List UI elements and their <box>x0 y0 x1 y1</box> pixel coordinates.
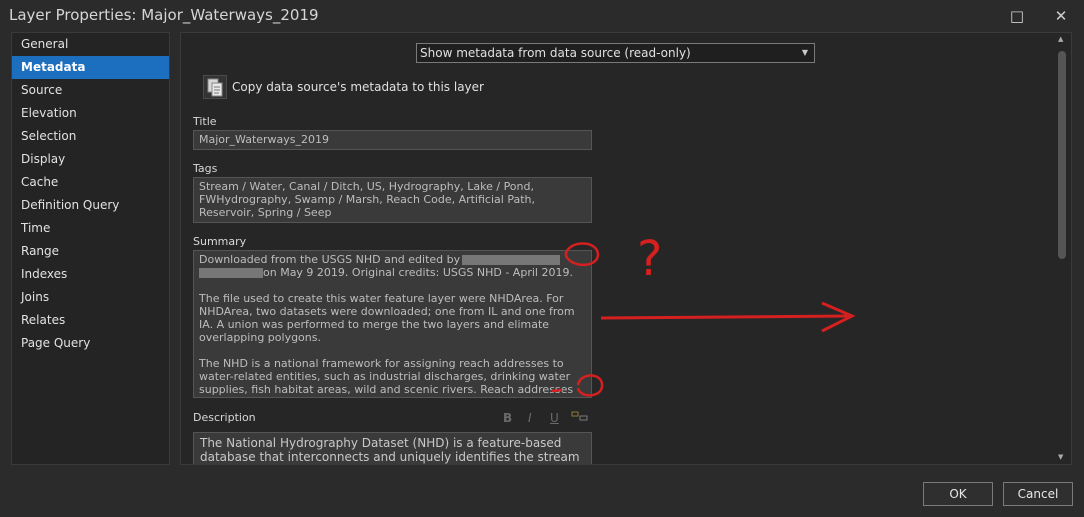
sidebar-item-cache[interactable]: Cache <box>12 171 169 194</box>
sidebar-item-selection[interactable]: Selection <box>12 125 169 148</box>
bold-button[interactable]: B <box>503 411 512 425</box>
sidebar-item-joins[interactable]: Joins <box>12 286 169 309</box>
metadata-source-select[interactable]: Show metadata from data source (read-onl… <box>416 43 815 63</box>
title-bar: Layer Properties: Major_Waterways_2019 □… <box>0 0 1084 32</box>
sidebar-item-indexes[interactable]: Indexes <box>12 263 169 286</box>
title-field[interactable]: Major_Waterways_2019 <box>193 130 592 150</box>
sidebar-item-display[interactable]: Display <box>12 148 169 171</box>
redacted-name <box>462 255 561 265</box>
underline-button[interactable]: U <box>550 411 559 425</box>
copy-metadata-button[interactable] <box>203 75 227 99</box>
panel-scrollbar[interactable]: ▲ ▼ <box>1055 35 1069 463</box>
copy-metadata-label: Copy data source's metadata to this laye… <box>232 80 484 94</box>
summary-text-body: The file used to create this water featu… <box>199 292 575 396</box>
redacted-name-2 <box>199 268 263 278</box>
summary-field[interactable]: Downloaded from the USGS NHD and edited … <box>193 250 592 398</box>
title-label: Title <box>193 115 217 128</box>
cancel-button[interactable]: Cancel <box>1003 482 1073 506</box>
sidebar-item-source[interactable]: Source <box>12 79 169 102</box>
maximize-icon: □ <box>1009 7 1025 25</box>
window-title: Layer Properties: Major_Waterways_2019 <box>9 6 319 24</box>
sidebar-item-relates[interactable]: Relates <box>12 309 169 332</box>
sidebar-item-time[interactable]: Time <box>12 217 169 240</box>
description-label: Description <box>193 411 256 424</box>
scrollbar-thumb[interactable] <box>1058 51 1066 259</box>
scroll-up-icon[interactable]: ▲ <box>1058 35 1063 43</box>
summary-text-credits: on May 9 2019. Original credits: USGS NH… <box>263 266 573 279</box>
close-icon: ✕ <box>1054 7 1068 25</box>
sidebar-item-definition-query[interactable]: Definition Query <box>12 194 169 217</box>
ok-button[interactable]: OK <box>923 482 993 506</box>
italic-button[interactable]: I <box>528 411 532 425</box>
metadata-source-value: Show metadata from data source (read-onl… <box>420 46 691 60</box>
tags-field[interactable]: Stream / Water, Canal / Ditch, US, Hydro… <box>193 177 592 223</box>
sidebar-item-general[interactable]: General <box>12 33 169 56</box>
metadata-panel: Show metadata from data source (read-onl… <box>180 32 1072 465</box>
description-field[interactable]: The National Hydrography Dataset (NHD) i… <box>193 432 592 464</box>
copy-metadata-icon <box>207 78 223 97</box>
sidebar-item-metadata[interactable]: Metadata <box>12 56 169 79</box>
tags-label: Tags <box>193 162 218 175</box>
maximize-button[interactable]: □ <box>997 0 1037 32</box>
close-button[interactable]: ✕ <box>1041 0 1081 32</box>
sidebar-item-range[interactable]: Range <box>12 240 169 263</box>
summary-label: Summary <box>193 235 247 248</box>
sidebar-item-elevation[interactable]: Elevation <box>12 102 169 125</box>
sidebar-item-page-query[interactable]: Page Query <box>12 332 169 355</box>
scroll-down-icon[interactable]: ▼ <box>1058 453 1063 461</box>
insert-link-icon[interactable] <box>571 409 589 426</box>
summary-text-start: Downloaded from the USGS NHD and edited … <box>199 253 461 266</box>
chevron-down-icon: ▼ <box>801 48 808 57</box>
sidebar-nav: General Metadata Source Elevation Select… <box>11 32 170 465</box>
